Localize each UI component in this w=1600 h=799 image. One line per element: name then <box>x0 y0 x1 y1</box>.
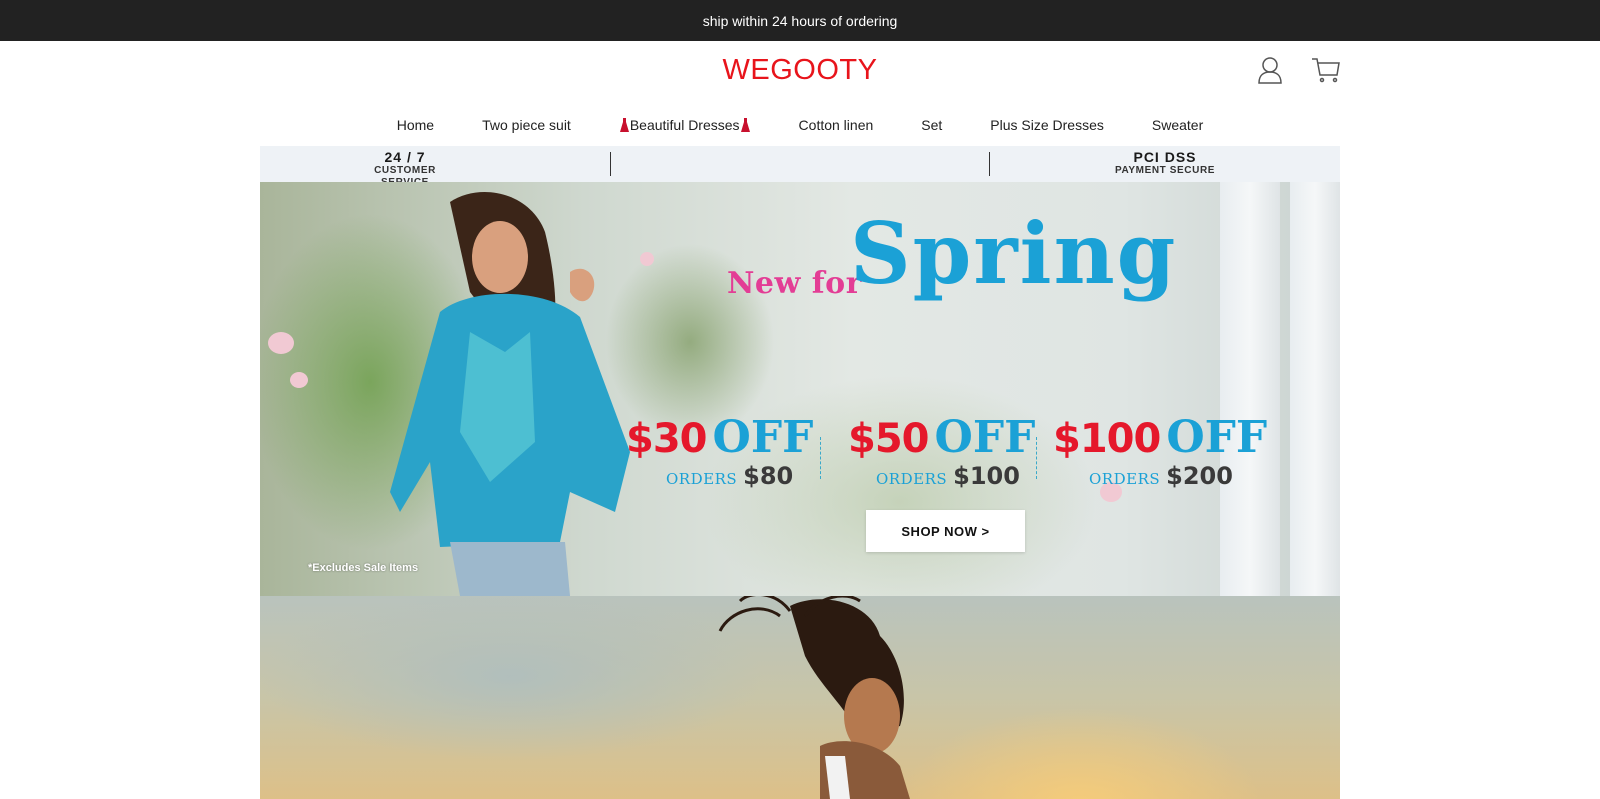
offer-30: $30 OFF ORDERS $80 <box>626 412 814 490</box>
offer-50: $50 OFF ORDERS $100 <box>848 412 1036 490</box>
nav-item-two-piece-suit[interactable]: Two piece suit <box>458 112 595 138</box>
announcement-bar: ship within 24 hours of ordering <box>0 0 1600 41</box>
divider <box>989 152 990 176</box>
divider <box>610 152 611 176</box>
shop-now-button[interactable]: SHOP NOW > <box>866 510 1025 552</box>
model-image <box>718 596 910 799</box>
site-header: WEGOOTY <box>0 41 1600 105</box>
cart-icon[interactable] <box>1311 55 1341 85</box>
trust-bar: 24 / 7 CUSTOMER SERVICE PCI DSS PAYMENT … <box>260 146 1340 188</box>
nav-item-home[interactable]: Home <box>373 112 458 138</box>
dress-icon <box>740 118 750 132</box>
nav-item-sweater[interactable]: Sweater <box>1128 112 1227 138</box>
site-logo[interactable]: WEGOOTY <box>0 54 1600 87</box>
dress-icon <box>619 118 629 132</box>
nav-item-plus-size-dresses[interactable]: Plus Size Dresses <box>966 112 1128 138</box>
model-image <box>390 192 630 596</box>
hero-headline-small: New for <box>727 266 862 301</box>
user-icon[interactable] <box>1255 55 1285 85</box>
nav-item-beautiful-dresses[interactable]: Beautiful Dresses <box>595 112 775 138</box>
offer-100: $100 OFF ORDERS $200 <box>1053 412 1268 490</box>
announcement-text: ship within 24 hours of ordering <box>702 12 898 29</box>
nav-item-cotton-linen[interactable]: Cotton linen <box>775 112 898 138</box>
hero-banner[interactable]: New for Spring $30 OFF ORDERS $80 $50 OFF O… <box>260 182 1340 596</box>
payment-secure-badge: PCI DSS PAYMENT SECURE <box>1114 149 1216 177</box>
nav-item-set[interactable]: Set <box>897 112 966 138</box>
second-banner[interactable] <box>260 596 1340 799</box>
hero-headline: Spring <box>850 204 1178 303</box>
main-nav: Home Two piece suit Beautiful Dresses Co… <box>0 112 1600 138</box>
disclaimer-text: *Excludes Sale Items <box>308 562 419 574</box>
